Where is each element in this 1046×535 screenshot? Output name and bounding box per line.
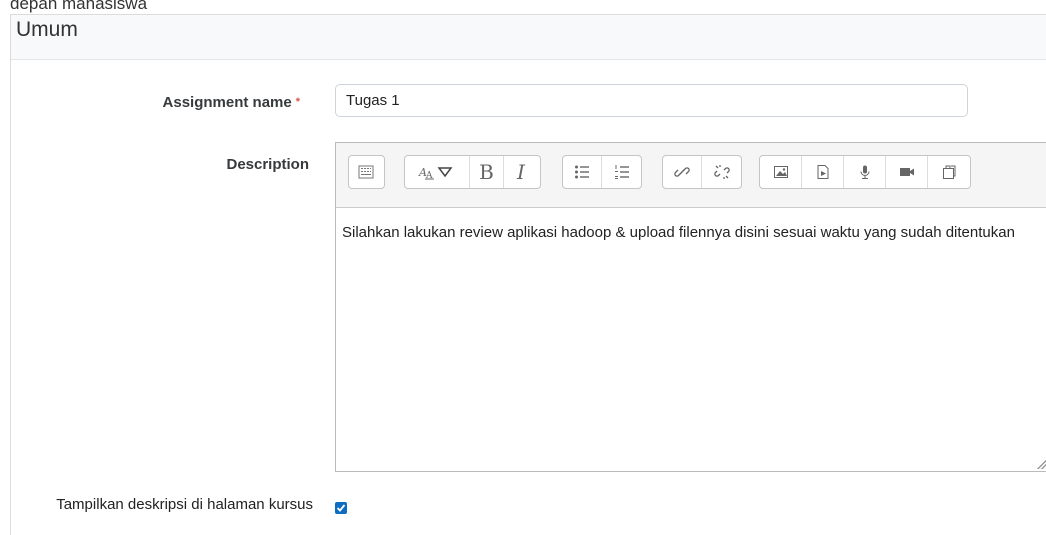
section-legend[interactable]: Umum <box>16 18 78 42</box>
show-description-label: Tampilkan deskripsi di halaman kursus <box>56 496 313 513</box>
assignment-name-label-text: Assignment name <box>162 94 292 111</box>
manage-files-icon[interactable] <box>928 156 970 188</box>
show-description-checkbox[interactable] <box>335 502 347 514</box>
image-icon[interactable] <box>760 156 802 188</box>
unlink-icon[interactable] <box>702 156 741 188</box>
toolbar-group-5 <box>759 155 971 189</box>
numbered-list-icon[interactable] <box>602 156 641 188</box>
bullet-list-icon[interactable] <box>563 156 603 188</box>
link-icon[interactable] <box>663 156 703 188</box>
previous-field-text: depan mahasiswa <box>10 0 148 13</box>
toolbar-group-1 <box>348 155 385 189</box>
description-label: Description <box>226 156 309 173</box>
toggle-toolbar-icon[interactable] <box>349 156 383 188</box>
description-editor[interactable]: AA B I Silahkan lakukan review aplikasi … <box>335 142 1046 472</box>
toolbar-group-2: AA B I <box>404 155 541 189</box>
description-content[interactable]: Silahkan lakukan review aplikasi hadoop … <box>342 217 1039 249</box>
bold-icon[interactable]: B <box>470 156 504 188</box>
resize-handle[interactable] <box>1037 459 1046 469</box>
assignment-name-label: Assignment name * <box>100 94 300 111</box>
assignment-name-input[interactable]: Tugas 1 <box>335 84 968 117</box>
section-header[interactable] <box>11 15 1046 60</box>
editor-toolbar: AA B I <box>336 143 1046 208</box>
font-style-icon[interactable]: AA <box>405 156 470 188</box>
required-icon: * <box>295 96 300 108</box>
media-icon[interactable] <box>802 156 844 188</box>
toolbar-group-3 <box>562 155 642 189</box>
microphone-icon[interactable] <box>844 156 886 188</box>
toolbar-group-4 <box>662 155 742 189</box>
italic-icon[interactable]: I <box>504 156 538 188</box>
checkmark-icon <box>336 504 346 512</box>
video-icon[interactable] <box>886 156 928 188</box>
